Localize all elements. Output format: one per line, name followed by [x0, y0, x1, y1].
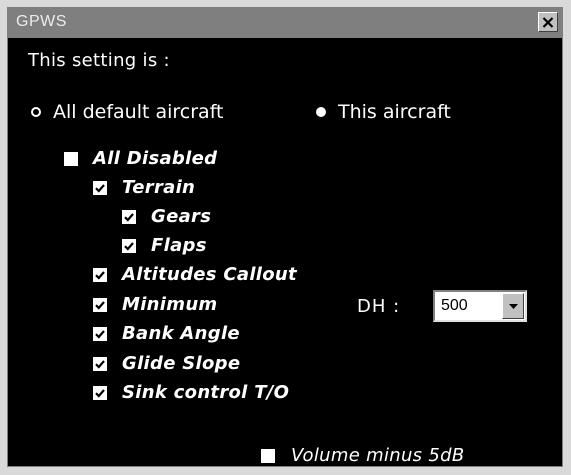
radio-unselected-icon: [31, 107, 41, 117]
checkbox-label: Flaps: [151, 235, 207, 256]
checkbox-unchecked-icon: [261, 448, 275, 463]
checkbox-gears[interactable]: Gears: [122, 206, 211, 227]
close-x-icon: [542, 16, 554, 28]
checkbox-checked-icon: [122, 209, 136, 224]
setting-scope-label: This setting is :: [28, 50, 170, 71]
checkbox-altitudes-callout[interactable]: Altitudes Callout: [93, 264, 297, 285]
checkbox-label: Volume minus 5dB: [291, 445, 465, 466]
gpws-window: GPWS This setting is : All default aircr…: [7, 7, 563, 467]
checkbox-label: Altitudes Callout: [122, 264, 297, 285]
checkbox-checked-icon: [93, 267, 107, 282]
checkbox-label: Gears: [151, 206, 212, 227]
checkbox-checked-icon: [122, 238, 136, 253]
dh-label: DH :: [357, 296, 401, 317]
radio-this-aircraft[interactable]: This aircraft: [316, 101, 451, 123]
window-title: GPWS: [16, 13, 67, 30]
checkbox-sink-control[interactable]: Sink control T/O: [93, 382, 289, 403]
radio-label: This aircraft: [338, 101, 451, 123]
checkbox-glide-slope[interactable]: Glide Slope: [93, 353, 240, 374]
dh-select[interactable]: 500: [433, 290, 527, 322]
title-bar[interactable]: GPWS: [8, 8, 562, 38]
checkbox-minimum[interactable]: Minimum: [93, 294, 218, 315]
checkbox-unchecked-icon: [64, 151, 78, 166]
dh-value: 500: [441, 297, 468, 314]
checkbox-terrain[interactable]: Terrain: [93, 177, 195, 198]
checkbox-bank-angle[interactable]: Bank Angle: [93, 323, 240, 344]
radio-all-default-aircraft[interactable]: All default aircraft: [31, 101, 224, 123]
checkbox-flaps[interactable]: Flaps: [122, 235, 207, 256]
checkbox-label: All Disabled: [93, 148, 218, 169]
checkbox-checked-icon: [93, 385, 107, 400]
radio-label: All default aircraft: [53, 101, 224, 123]
checkbox-label: Minimum: [122, 294, 218, 315]
dropdown-arrow-icon: [508, 303, 518, 309]
checkbox-label: Bank Angle: [122, 323, 240, 344]
checkbox-checked-icon: [93, 326, 107, 341]
checkbox-volume-minus[interactable]: Volume minus 5dB: [261, 445, 465, 466]
checkbox-label: Terrain: [122, 177, 196, 198]
radio-selected-icon: [316, 107, 326, 117]
checkbox-checked-icon: [93, 356, 107, 371]
dropdown-arrow-button[interactable]: [502, 293, 524, 319]
checkbox-all-disabled[interactable]: All Disabled: [64, 148, 217, 169]
checkbox-checked-icon: [93, 180, 107, 195]
checkbox-label: Glide Slope: [122, 353, 241, 374]
checkbox-checked-icon: [93, 297, 107, 312]
checkbox-label: Sink control T/O: [122, 382, 290, 403]
close-button[interactable]: [538, 12, 558, 32]
